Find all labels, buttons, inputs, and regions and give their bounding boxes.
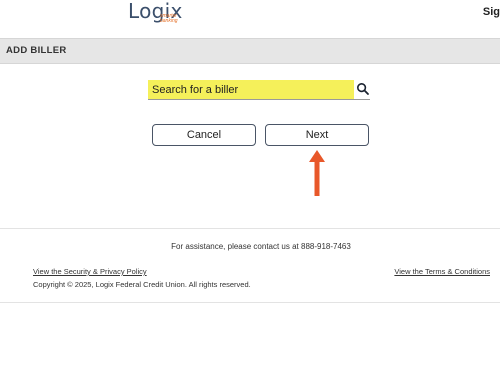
cancel-button[interactable]: Cancel [152,124,256,146]
assistance-text: For assistance, please contact us at 888… [171,242,351,251]
page-title: ADD BILLER [6,45,67,56]
search-icon[interactable] [356,82,370,96]
footer-divider-top [0,228,500,229]
footer-divider-bottom [0,302,500,303]
next-button[interactable]: Next [265,124,369,146]
logix-logo[interactable]: Logix smarter banking [128,0,183,24]
page-title-bar: ADD BILLER [0,38,500,64]
terms-link[interactable]: View the Terms & Conditions [394,267,490,276]
biller-search-input[interactable] [148,80,354,99]
biller-search [148,80,370,100]
arrow-up-icon [309,150,325,196]
header: Logix smarter banking Sig [0,0,500,38]
privacy-policy-link[interactable]: View the Security & Privacy Policy [33,267,147,276]
logo-tagline: smarter banking [160,13,178,24]
copyright-text: Copyright © 2025, Logix Federal Credit U… [33,280,251,289]
sign-in-link[interactable]: Sig [483,6,500,18]
